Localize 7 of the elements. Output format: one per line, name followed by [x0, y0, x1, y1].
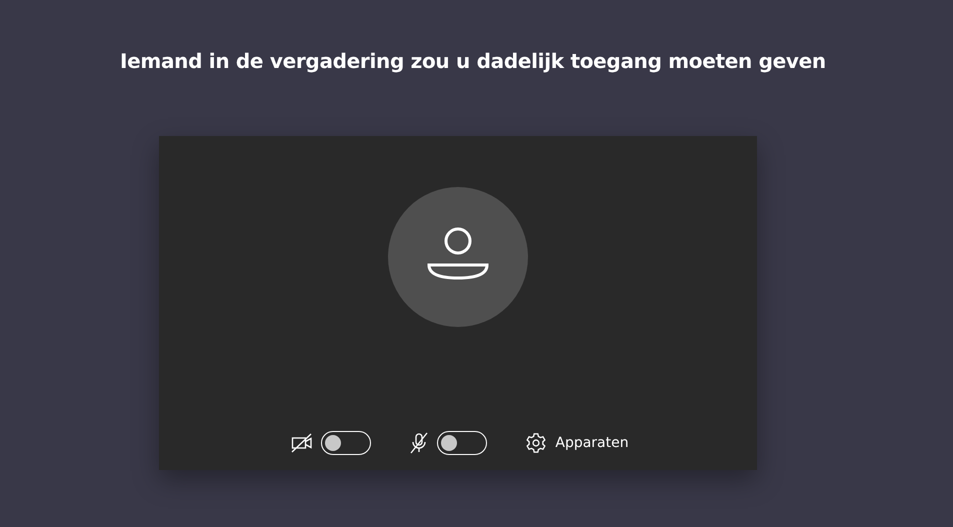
devices-button[interactable]: Apparaten: [525, 432, 629, 454]
toggle-switch[interactable]: [321, 431, 372, 455]
toggle-switch[interactable]: [437, 431, 488, 455]
microphone-off-icon: [409, 432, 430, 454]
camera-off-icon: [291, 433, 314, 453]
settings-icon: [525, 432, 548, 454]
page-heading: Iemand in de vergadering zou u dadelijk toegang moeten geven: [120, 49, 826, 73]
